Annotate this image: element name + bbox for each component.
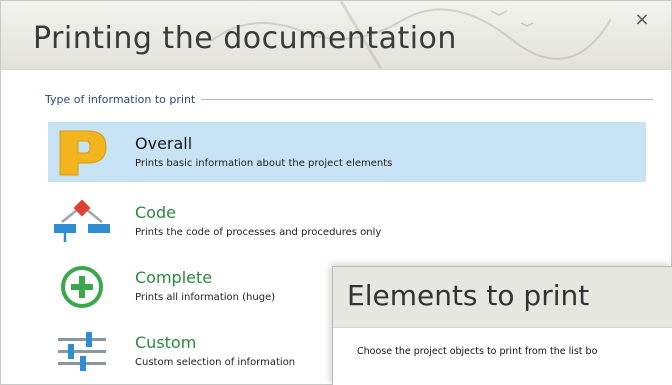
plus-circle-icon <box>61 266 103 308</box>
close-icon: × <box>634 9 650 30</box>
elements-to-print-window: Elements to print Choose the project obj… <box>332 266 672 385</box>
info-type-group-header: Type of information to print <box>45 89 653 109</box>
p-letter-icon <box>59 130 107 176</box>
overlay-instruction: Choose the project objects to print from… <box>357 346 598 357</box>
option-title: Overall <box>135 134 193 153</box>
option-description: Prints the code of processes and procedu… <box>135 227 382 238</box>
code-diagram-icon <box>54 199 110 242</box>
option-description: Prints all information (huge) <box>135 292 276 303</box>
dialog-title: Printing the documentation <box>33 21 457 56</box>
option-title: Complete <box>135 268 213 287</box>
sliders-icon <box>58 332 106 371</box>
option-description: Prints basic information about the proje… <box>135 158 393 169</box>
option-overall[interactable]: Overall Prints basic information about t… <box>48 122 646 182</box>
option-title: Code <box>135 203 176 222</box>
group-label: Type of information to print <box>45 92 196 106</box>
overlay-title: Elements to print <box>347 279 590 312</box>
close-button[interactable]: × <box>631 9 653 31</box>
group-divider <box>201 98 653 100</box>
dialog-title-bar: Printing the documentation × <box>1 1 671 70</box>
option-title: Custom <box>135 333 197 352</box>
option-description: Custom selection of information <box>135 357 296 368</box>
overlay-title-bar: Elements to print <box>333 267 672 328</box>
option-code[interactable]: Code Prints the code of processes and pr… <box>48 191 646 251</box>
